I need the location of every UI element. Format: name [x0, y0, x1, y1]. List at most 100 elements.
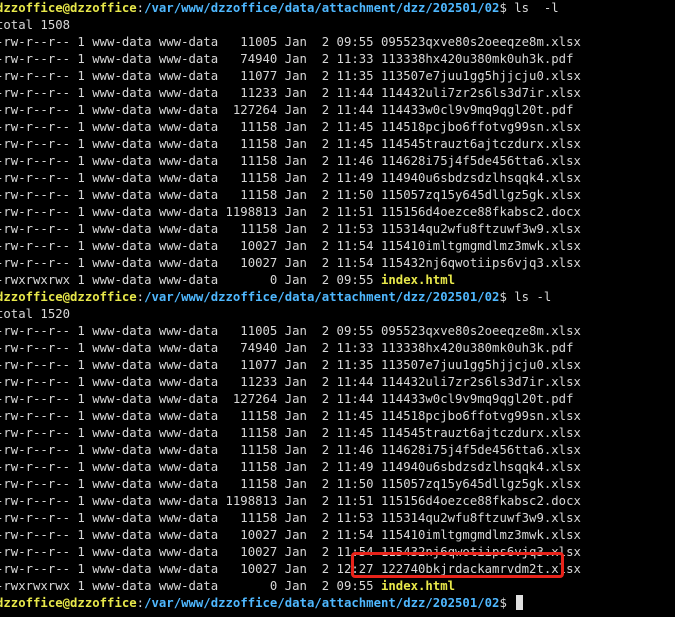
- file-name: 115314qu2wfu8ftzuwf3w9.xlsx: [380, 511, 581, 525]
- file-meta: -rw-r--r-- 1 www-data www-data 11158 Jan…: [0, 460, 381, 474]
- file-entry: -rw-r--r-- 1 www-data www-data 11005 Jan…: [0, 34, 675, 51]
- file-meta: -rw-r--r-- 1 www-data www-data 11158 Jan…: [0, 477, 381, 491]
- file-name: 114940u6sbdzsdzlhsqqk4.xlsx: [380, 171, 581, 185]
- file-name: 115156d4oezce88fkabsc2.docx: [380, 205, 581, 219]
- file-entry: -rw-r--r-- 1 www-data www-data 10027 Jan…: [0, 238, 675, 255]
- file-entry: -rw-r--r-- 1 www-data www-data 10027 Jan…: [0, 527, 675, 544]
- file-meta: -rw-r--r-- 1 www-data www-data 1198813 J…: [0, 205, 381, 219]
- prompt-line: dzzoffice@dzzoffice:/var/www/dzzoffice/d…: [0, 0, 675, 17]
- file-entry: -rw-r--r-- 1 www-data www-data 11233 Jan…: [0, 85, 675, 102]
- file-meta: -rw-r--r-- 1 www-data www-data 10027 Jan…: [0, 528, 381, 542]
- file-meta: -rw-r--r-- 1 www-data www-data 10027 Jan…: [0, 239, 381, 253]
- prompt-path: /var/www/dzzoffice/data/attachment/dzz/2…: [144, 1, 500, 15]
- file-name: 095523qxve80s2oeeqze8m.xlsx: [380, 35, 581, 49]
- file-entry: -rw-r--r-- 1 www-data www-data 1198813 J…: [0, 204, 675, 221]
- prompt-line: dzzoffice@dzzoffice:/var/www/dzzoffice/d…: [0, 595, 675, 612]
- prompt-symbol: $: [499, 290, 515, 304]
- prompt-user-host: dzzoffice@dzzoffice: [0, 1, 137, 15]
- file-name: 114628i75j4f5de456tta6.xlsx: [380, 154, 581, 168]
- file-meta: -rw-r--r-- 1 www-data www-data 74940 Jan…: [0, 341, 381, 355]
- total-line: total 1508: [0, 18, 71, 32]
- file-meta: -rw-r--r-- 1 www-data www-data 11005 Jan…: [0, 324, 381, 338]
- file-meta: -rwxrwxrwx 1 www-data www-data 0 Jan 2 0…: [0, 273, 381, 287]
- file-entry: -rw-r--r-- 1 www-data www-data 10027 Jan…: [0, 544, 675, 561]
- terminal-cursor[interactable]: [516, 595, 524, 610]
- file-meta: -rwxrwxrwx 1 www-data www-data 0 Jan 2 0…: [0, 579, 381, 593]
- file-name: 114432uli7zr2s6ls3d7ir.xlsx: [380, 375, 581, 389]
- terminal-window[interactable]: dzzoffice@dzzoffice:/var/www/dzzoffice/d…: [0, 0, 675, 617]
- file-name: 114940u6sbdzsdzlhsqqk4.xlsx: [380, 460, 581, 474]
- file-name: 113507e7juu1gg5hjjcju0.xlsx: [380, 69, 581, 83]
- command-text: ls -l: [514, 1, 559, 15]
- file-name: 113507e7juu1gg5hjjcju0.xlsx: [380, 358, 581, 372]
- file-name: 115314qu2wfu8ftzuwf3w9.xlsx: [380, 222, 581, 236]
- file-name: 115432nj6qwotiips6vjq3.xlsx: [380, 545, 581, 559]
- file-name: index.html: [380, 273, 456, 287]
- file-entry-highlighted: -rw-r--r-- 1 www-data www-data 10027 Jan…: [0, 561, 675, 578]
- file-name: 115057zq15y645dllgz5gk.xlsx: [380, 477, 581, 491]
- file-name: 115156d4oezce88fkabsc2.docx: [380, 494, 581, 508]
- file-entry: -rw-r--r-- 1 www-data www-data 11158 Jan…: [0, 476, 675, 493]
- file-entry: -rw-r--r-- 1 www-data www-data 11158 Jan…: [0, 459, 675, 476]
- file-meta: -rw-r--r-- 1 www-data www-data 11158 Jan…: [0, 222, 381, 236]
- file-meta: -rw-r--r-- 1 www-data www-data 11158 Jan…: [0, 120, 381, 134]
- file-name: 122740bkjrdackamrvdm2t.xlsx: [380, 562, 581, 576]
- command-text: ls -l: [514, 290, 552, 304]
- file-meta: -rw-r--r-- 1 www-data www-data 1198813 J…: [0, 494, 381, 508]
- file-meta: -rw-r--r-- 1 www-data www-data 10027 Jan…: [0, 256, 381, 270]
- file-entry: -rw-r--r-- 1 www-data www-data 127264 Ja…: [0, 391, 675, 408]
- file-entry: -rw-r--r-- 1 www-data www-data 11077 Jan…: [0, 357, 675, 374]
- file-name: 114628i75j4f5de456tta6.xlsx: [380, 443, 581, 457]
- file-name: 114545trauzt6ajtczdurx.xlsx: [380, 137, 581, 151]
- file-entry: -rw-r--r-- 1 www-data www-data 11158 Jan…: [0, 153, 675, 170]
- file-meta: -rw-r--r-- 1 www-data www-data 10027 Jan…: [0, 545, 381, 559]
- file-meta: -rw-r--r-- 1 www-data www-data 127264 Ja…: [0, 103, 381, 117]
- file-entry: -rw-r--r-- 1 www-data www-data 11158 Jan…: [0, 136, 675, 153]
- prompt-symbol: $: [499, 1, 515, 15]
- file-entry: -rw-r--r-- 1 www-data www-data 11158 Jan…: [0, 187, 675, 204]
- file-entry: -rw-r--r-- 1 www-data www-data 11158 Jan…: [0, 442, 675, 459]
- file-name: 114433w0cl9v9mq9qgl20t.pdf: [380, 392, 574, 406]
- file-name: 095523qxve80s2oeeqze8m.xlsx: [380, 324, 581, 338]
- file-meta: -rw-r--r-- 1 www-data www-data 11158 Jan…: [0, 137, 381, 151]
- file-meta: -rw-r--r-- 1 www-data www-data 11158 Jan…: [0, 443, 381, 457]
- file-name: 115410imltgmgmdlmz3mwk.xlsx: [380, 528, 581, 542]
- file-name: 114518pcjbo6ffotvg99sn.xlsx: [380, 409, 581, 423]
- file-name: 115410imltgmgmdlmz3mwk.xlsx: [380, 239, 581, 253]
- file-name: 115057zq15y645dllgz5gk.xlsx: [380, 188, 581, 202]
- file-meta: -rw-r--r-- 1 www-data www-data 11158 Jan…: [0, 171, 381, 185]
- file-meta: -rw-r--r-- 1 www-data www-data 11158 Jan…: [0, 511, 381, 525]
- file-name: 115432nj6qwotiips6vjq3.xlsx: [380, 256, 581, 270]
- file-entry: -rw-r--r-- 1 www-data www-data 10027 Jan…: [0, 255, 675, 272]
- file-entry: -rw-r--r-- 1 www-data www-data 11077 Jan…: [0, 68, 675, 85]
- file-entry: -rwxrwxrwx 1 www-data www-data 0 Jan 2 0…: [0, 272, 675, 289]
- file-meta: -rw-r--r-- 1 www-data www-data 127264 Ja…: [0, 392, 381, 406]
- prompt-separator: :: [136, 290, 145, 304]
- file-entry: -rw-r--r-- 1 www-data www-data 11233 Jan…: [0, 374, 675, 391]
- file-entry: -rw-r--r-- 1 www-data www-data 1198813 J…: [0, 493, 675, 510]
- file-meta: -rw-r--r-- 1 www-data www-data 11158 Jan…: [0, 188, 381, 202]
- file-name: 114545trauzt6ajtczdurx.xlsx: [380, 426, 581, 440]
- file-entry: -rw-r--r-- 1 www-data www-data 11005 Jan…: [0, 323, 675, 340]
- prompt-user-host: dzzoffice@dzzoffice: [0, 596, 137, 610]
- file-entry: -rw-r--r-- 1 www-data www-data 11158 Jan…: [0, 425, 675, 442]
- file-meta: -rw-r--r-- 1 www-data www-data 11077 Jan…: [0, 69, 381, 83]
- file-entry: -rwxrwxrwx 1 www-data www-data 0 Jan 2 0…: [0, 578, 675, 595]
- file-entry: -rw-r--r-- 1 www-data www-data 11158 Jan…: [0, 510, 675, 527]
- file-name: 114518pcjbo6ffotvg99sn.xlsx: [380, 120, 581, 134]
- file-entry: -rw-r--r-- 1 www-data www-data 11158 Jan…: [0, 221, 675, 238]
- file-name: 113338hx420u380mk0uh3k.pdf: [380, 52, 574, 66]
- file-meta: -rw-r--r-- 1 www-data www-data 11158 Jan…: [0, 409, 381, 423]
- total-line: total 1520: [0, 307, 71, 321]
- file-name: 114432uli7zr2s6ls3d7ir.xlsx: [380, 86, 581, 100]
- file-entry: -rw-r--r-- 1 www-data www-data 11158 Jan…: [0, 170, 675, 187]
- prompt-path: /var/www/dzzoffice/data/attachment/dzz/2…: [144, 290, 500, 304]
- file-entry: -rw-r--r-- 1 www-data www-data 11158 Jan…: [0, 408, 675, 425]
- prompt-path: /var/www/dzzoffice/data/attachment/dzz/2…: [144, 596, 500, 610]
- prompt-symbol: $: [499, 596, 515, 610]
- file-meta: -rw-r--r-- 1 www-data www-data 11233 Jan…: [0, 375, 381, 389]
- file-entry: -rw-r--r-- 1 www-data www-data 11158 Jan…: [0, 119, 675, 136]
- file-meta: -rw-r--r-- 1 www-data www-data 11158 Jan…: [0, 426, 381, 440]
- file-name: 114433w0cl9v9mq9qgl20t.pdf: [380, 103, 574, 117]
- file-meta: -rw-r--r-- 1 www-data www-data 11005 Jan…: [0, 35, 381, 49]
